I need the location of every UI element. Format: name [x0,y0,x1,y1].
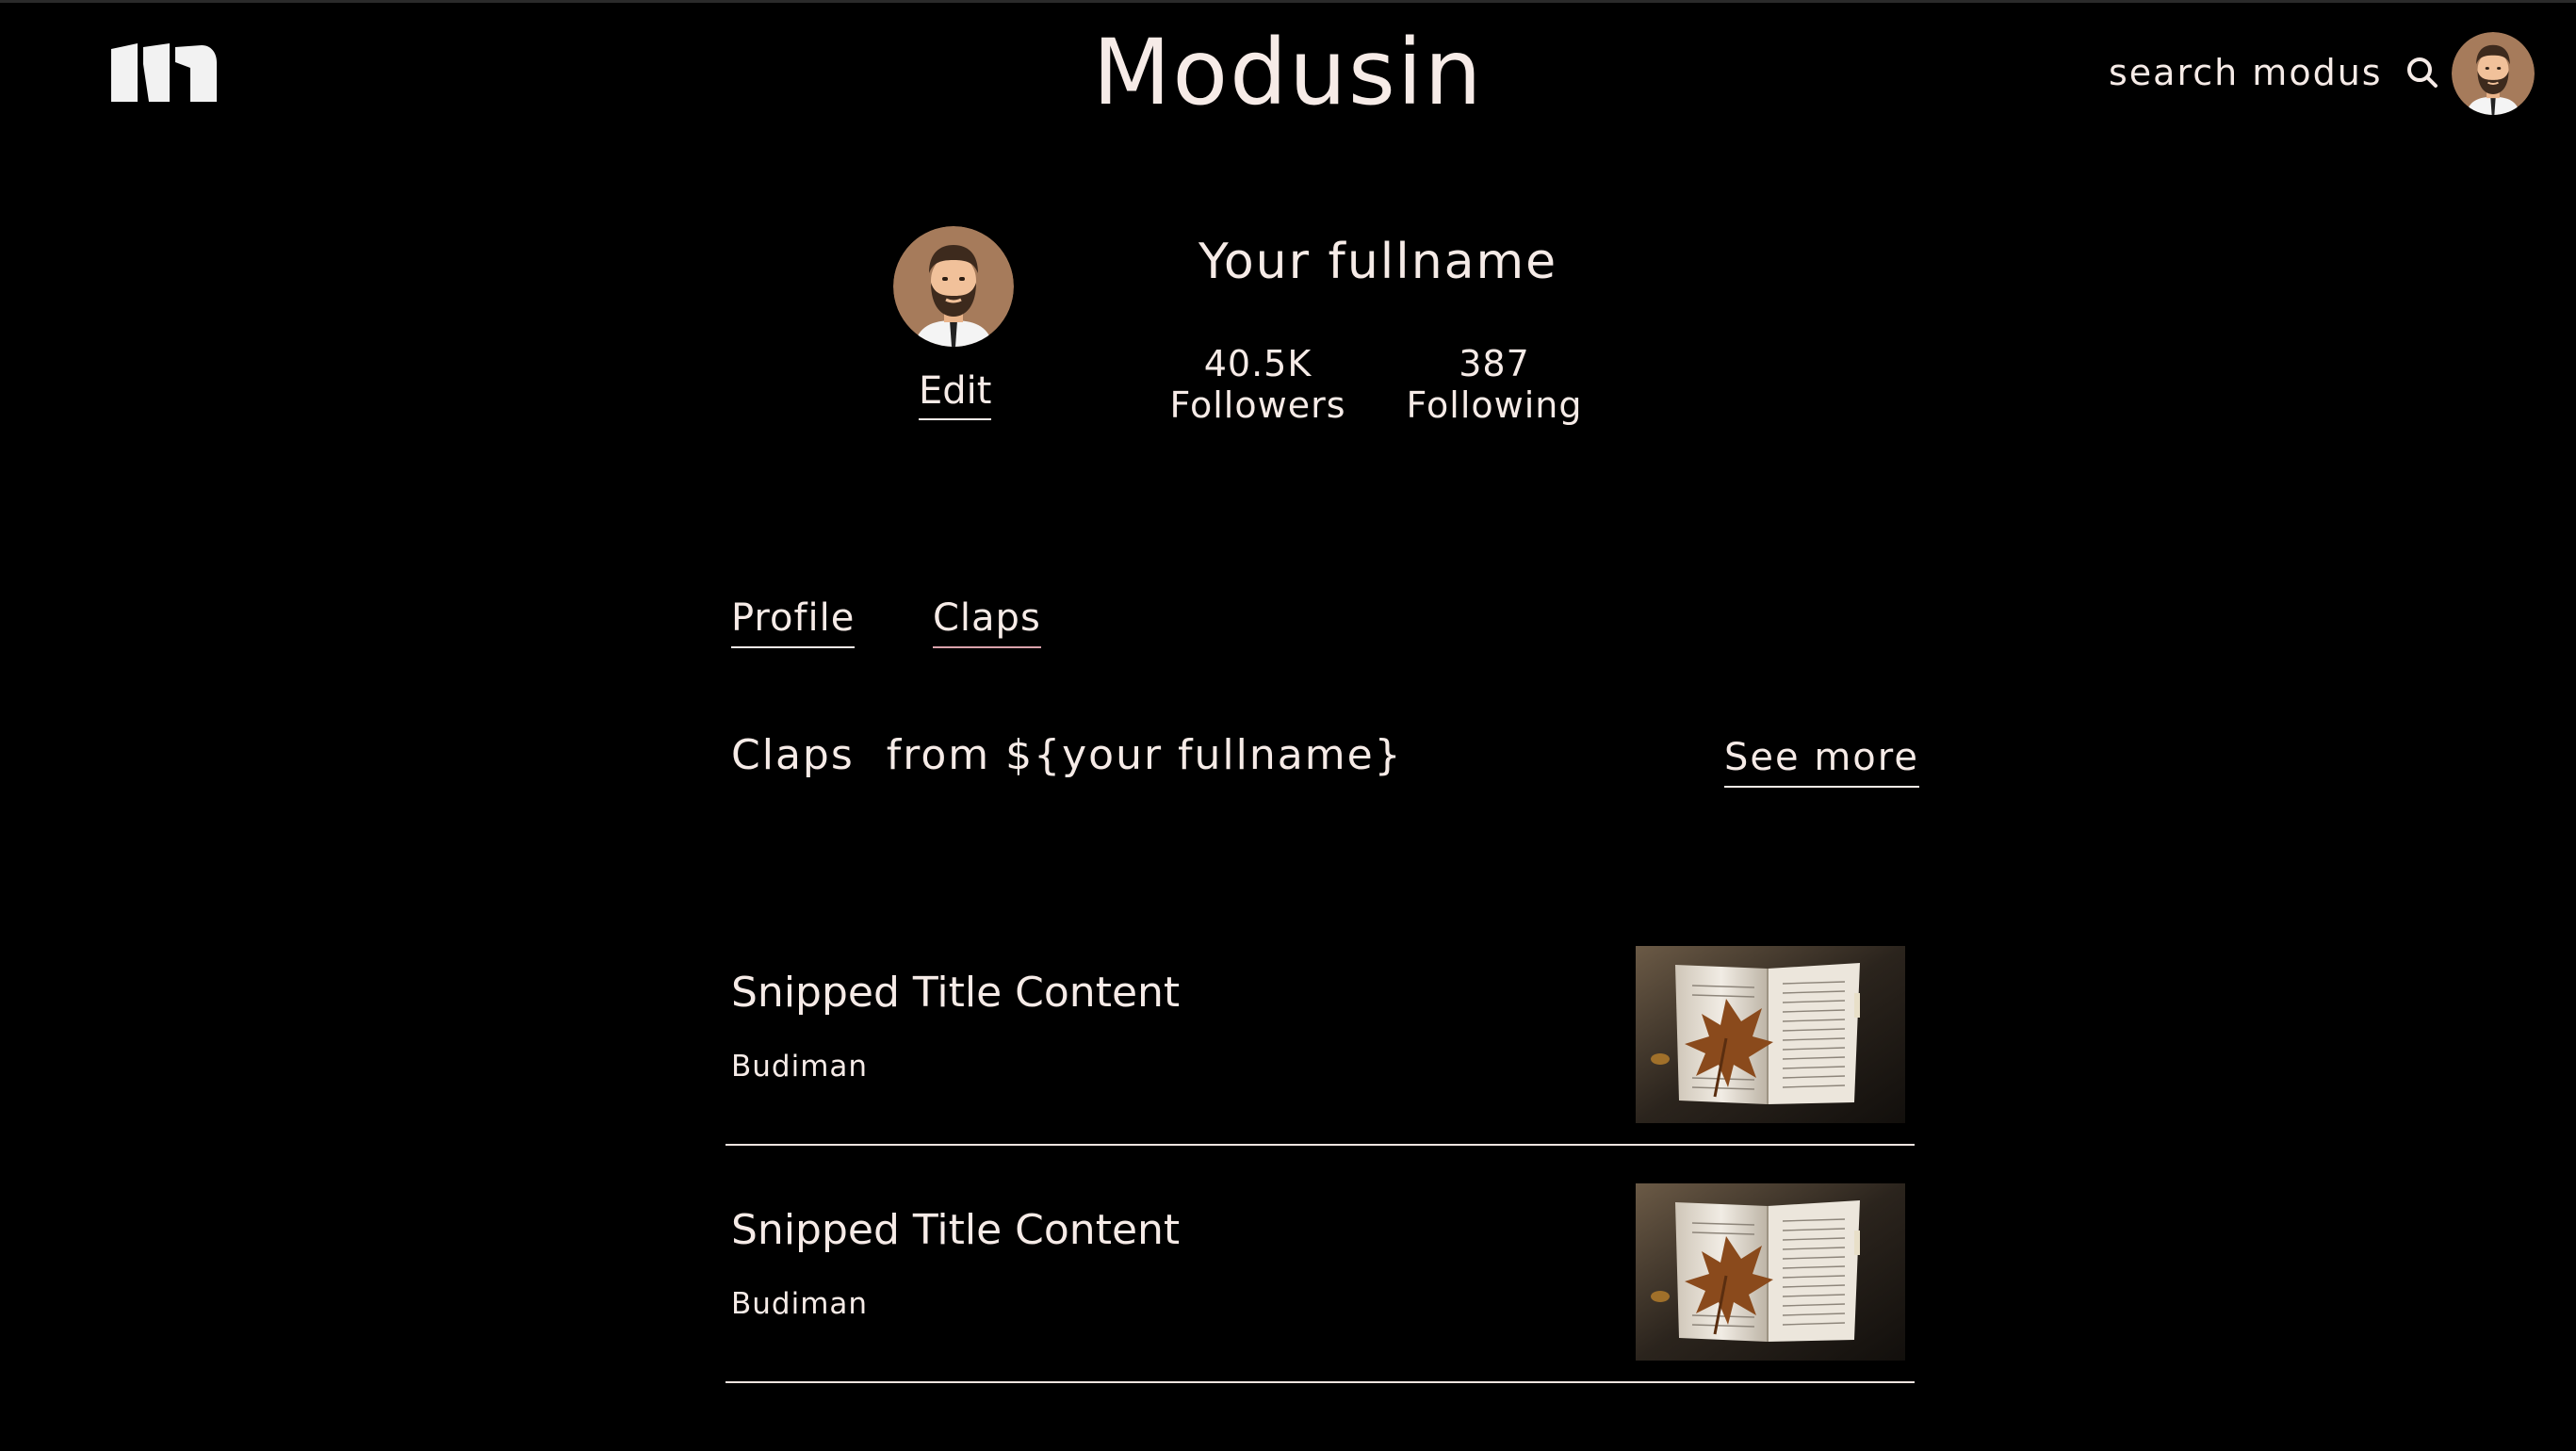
article-title[interactable]: Snipped Title Content [731,967,1180,1019]
followers-label: Followers [1169,384,1346,426]
article-author[interactable]: Budiman [731,1048,868,1085]
followers-count: 40.5K [1203,343,1312,384]
section-title: Claps from ${your fullname} [731,727,1403,784]
article-card[interactable]: Snipped Title Content Budiman [726,1180,1915,1417]
tab-profile[interactable]: Profile [731,594,856,648]
article-title[interactable]: Snipped Title Content [731,1204,1180,1257]
top-border [0,0,2576,3]
open-book-leaf-image-icon [1636,946,1905,1123]
following-label: Following [1406,384,1583,426]
article-thumbnail[interactable] [1636,946,1905,1123]
article-divider [726,1381,1915,1383]
following-count: 387 [1459,343,1530,384]
search-icon [2406,57,2437,88]
following-stat[interactable]: 387 Following [1402,343,1587,426]
profile-fullname: Your fullname [1198,234,1558,290]
bearded-man-avatar-icon [893,226,1014,347]
search-button[interactable]: search modus [2109,49,2439,96]
article-divider [726,1144,1915,1146]
see-more-link[interactable]: See more [1724,733,1919,788]
search-label: search modus [2109,52,2383,93]
bearded-man-avatar-icon [2452,32,2535,115]
article-thumbnail[interactable] [1636,1183,1905,1361]
edit-profile-link[interactable]: Edit [919,367,992,420]
article-card[interactable]: Snipped Title Content Budiman [726,942,1915,1180]
tab-claps[interactable]: Claps [933,594,1041,648]
section-title-from: from ${your fullname} [886,731,1403,779]
section-title-claps: Claps [731,731,855,779]
open-book-leaf-image-icon [1636,1183,1905,1361]
profile-avatar [893,226,1014,347]
followers-stat[interactable]: 40.5K Followers [1168,343,1347,426]
article-author[interactable]: Budiman [731,1285,868,1323]
user-avatar[interactable] [2452,32,2535,115]
